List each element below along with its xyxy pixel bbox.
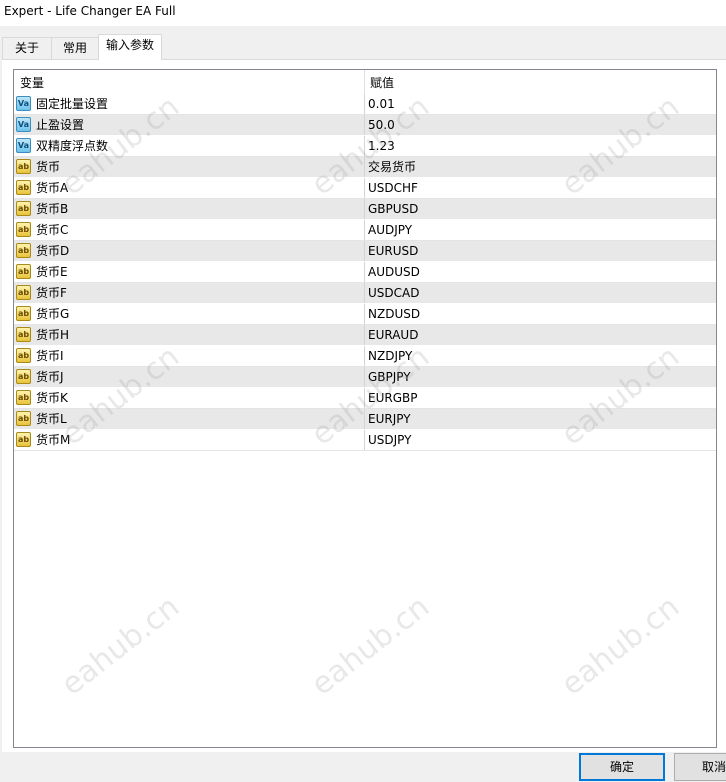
string-param-icon: ab (16, 348, 31, 363)
param-value-cell[interactable]: USDCAD (364, 283, 716, 303)
param-value-cell[interactable]: EURJPY (364, 409, 716, 429)
param-name: 货币H (36, 328, 70, 342)
param-name-cell[interactable]: ab 货币M (16, 430, 362, 450)
column-header-variable[interactable]: 变量 (14, 70, 364, 94)
string-param-icon: ab (16, 264, 31, 279)
param-name: 货币M (36, 433, 71, 447)
string-param-icon: ab (16, 222, 31, 237)
param-name: 固定批量设置 (36, 97, 109, 111)
tab-inputs[interactable]: 输入参数 (98, 34, 162, 60)
param-value-cell[interactable]: GBPJPY (364, 367, 716, 387)
cancel-button[interactable]: 取消 (674, 753, 726, 781)
param-name-cell[interactable]: ab 货币 (16, 157, 362, 177)
param-name: 止盈设置 (36, 118, 85, 132)
param-name-cell[interactable]: ab 货币C (16, 220, 362, 240)
table-row[interactable]: ab 货币K EURGBP (14, 388, 716, 409)
param-value-cell[interactable]: EURAUD (364, 325, 716, 345)
param-value-cell[interactable]: GBPUSD (364, 199, 716, 219)
grid-rows: Va 固定批量设置 0.01 Va 止盈设置 50.0 Va 双精度浮点数 1.23 ab 货币 交易… (14, 94, 716, 451)
param-name-cell[interactable]: ab 货币L (16, 409, 362, 429)
param-value-cell[interactable]: NZDUSD (364, 304, 716, 324)
string-param-icon: ab (16, 432, 31, 447)
ok-button[interactable]: 确定 (579, 753, 665, 781)
param-value-cell[interactable]: EURGBP (364, 388, 716, 408)
string-param-icon: ab (16, 201, 31, 216)
param-name-cell[interactable]: ab 货币F (16, 283, 362, 303)
param-name: 货币C (36, 223, 69, 237)
table-row[interactable]: ab 货币E AUDUSD (14, 262, 716, 283)
window-title: Expert - Life Changer EA Full (4, 4, 176, 18)
string-param-icon: ab (16, 390, 31, 405)
table-row[interactable]: Va 固定批量设置 0.01 (14, 94, 716, 115)
param-name-cell[interactable]: ab 货币K (16, 388, 362, 408)
string-param-icon: ab (16, 180, 31, 195)
param-name-cell[interactable]: ab 货币B (16, 199, 362, 219)
param-name: 货币B (36, 202, 69, 216)
param-value-cell[interactable]: 1.23 (364, 136, 716, 156)
param-name-cell[interactable]: ab 货币I (16, 346, 362, 366)
string-param-icon: ab (16, 159, 31, 174)
table-row[interactable]: ab 货币I NZDJPY (14, 346, 716, 367)
param-name: 双精度浮点数 (36, 139, 109, 153)
param-name: 货币G (36, 307, 70, 321)
param-name-cell[interactable]: ab 货币J (16, 367, 362, 387)
table-row[interactable]: ab 货币H EURAUD (14, 325, 716, 346)
param-name: 货币D (36, 244, 70, 258)
tab-common[interactable]: 常用 (51, 37, 99, 59)
tab-strip: 关于 常用 输入参数 (0, 26, 726, 60)
param-name-cell[interactable]: Va 固定批量设置 (16, 94, 362, 114)
table-row[interactable]: ab 货币B GBPUSD (14, 199, 716, 220)
table-row[interactable]: ab 货币A USDCHF (14, 178, 716, 199)
param-value-cell[interactable]: AUDUSD (364, 262, 716, 282)
param-name: 货币A (36, 181, 69, 195)
table-row[interactable]: ab 货币G NZDUSD (14, 304, 716, 325)
param-value-cell[interactable]: USDJPY (364, 430, 716, 450)
param-value-cell[interactable]: EURUSD (364, 241, 716, 261)
table-row[interactable]: ab 货币J GBPJPY (14, 367, 716, 388)
string-param-icon: ab (16, 285, 31, 300)
param-name-cell[interactable]: ab 货币A (16, 178, 362, 198)
param-name: 货币 (36, 160, 61, 174)
param-value-cell[interactable]: NZDJPY (364, 346, 716, 366)
param-name: 货币E (36, 265, 68, 279)
param-name-cell[interactable]: ab 货币H (16, 325, 362, 345)
param-value-cell[interactable]: AUDJPY (364, 220, 716, 240)
grid-header: 变量 赋值 (14, 70, 716, 94)
param-name: 货币J (36, 370, 64, 384)
param-name: 货币I (36, 349, 64, 363)
numeric-param-icon: Va (16, 96, 31, 111)
param-name-cell[interactable]: Va 止盈设置 (16, 115, 362, 135)
table-row[interactable]: Va 止盈设置 50.0 (14, 115, 716, 136)
table-row[interactable]: ab 货币C AUDJPY (14, 220, 716, 241)
numeric-param-icon: Va (16, 138, 31, 153)
table-row[interactable]: ab 货币F USDCAD (14, 283, 716, 304)
string-param-icon: ab (16, 369, 31, 384)
param-value-cell[interactable]: 50.0 (364, 115, 716, 135)
param-name-cell[interactable]: ab 货币D (16, 241, 362, 261)
string-param-icon: ab (16, 411, 31, 426)
string-param-icon: ab (16, 243, 31, 258)
table-row[interactable]: ab 货币 交易货币 (14, 157, 716, 178)
param-value-cell[interactable]: 0.01 (364, 94, 716, 114)
table-row[interactable]: ab 货币L EURJPY (14, 409, 716, 430)
string-param-icon: ab (16, 327, 31, 342)
param-name-cell[interactable]: ab 货币G (16, 304, 362, 324)
param-name-cell[interactable]: ab 货币E (16, 262, 362, 282)
param-name-cell[interactable]: Va 双精度浮点数 (16, 136, 362, 156)
param-value-cell[interactable]: 交易货币 (364, 157, 716, 177)
param-name: 货币L (36, 412, 67, 426)
table-row[interactable]: ab 货币D EURUSD (14, 241, 716, 262)
param-name: 货币K (36, 391, 68, 405)
tab-about[interactable]: 关于 (2, 37, 52, 59)
table-row[interactable]: Va 双精度浮点数 1.23 (14, 136, 716, 157)
window-titlebar: Expert - Life Changer EA Full (0, 0, 726, 26)
dialog-button-bar: 确定 取消 (0, 752, 726, 782)
parameters-grid[interactable]: 变量 赋值 Va 固定批量设置 0.01 Va 止盈设置 50.0 Va 双精度浮点数 1.23… (13, 69, 717, 748)
numeric-param-icon: Va (16, 117, 31, 132)
param-value-cell[interactable]: USDCHF (364, 178, 716, 198)
param-name: 货币F (36, 286, 67, 300)
column-header-value[interactable]: 赋值 (364, 70, 716, 94)
string-param-icon: ab (16, 306, 31, 321)
table-row[interactable]: ab 货币M USDJPY (14, 430, 716, 451)
